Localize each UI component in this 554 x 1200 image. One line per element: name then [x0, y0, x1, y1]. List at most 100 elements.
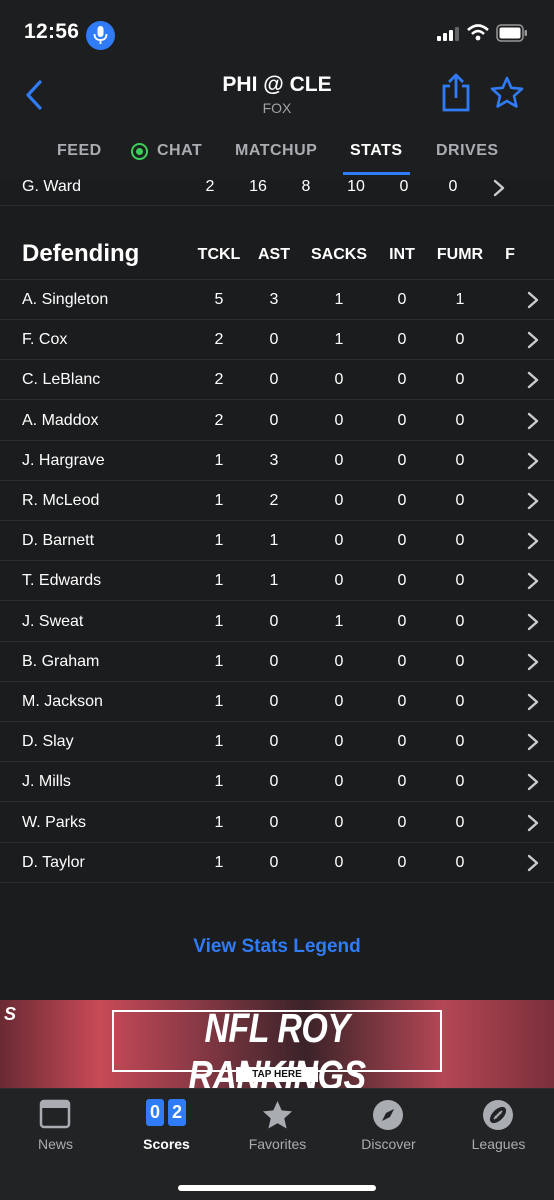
stat-cell: 1	[214, 492, 224, 509]
column-header: SACKS	[310, 246, 367, 263]
tab-drives[interactable]: DRIVES	[436, 142, 499, 160]
stat-cell: 0	[455, 813, 465, 831]
table-row[interactable]: J. Sweat 1 0 1 0 0	[0, 602, 554, 642]
chevron-right-icon	[527, 291, 539, 309]
table-row[interactable]: A. Maddox 2 0 0 0 0	[0, 401, 554, 441]
chevron-right-icon	[527, 613, 539, 630]
stat-cell: 0	[397, 652, 407, 670]
defending-header: Defending TCKL AST SACKS INT FUMR F	[0, 236, 554, 280]
table-row[interactable]: J. Hargrave 1 3 0 0 0	[0, 441, 554, 481]
stat-cell: 5	[214, 291, 224, 308]
news-icon	[39, 1099, 71, 1129]
stat-cell: 0	[455, 451, 465, 469]
tab-stats[interactable]: STATS	[350, 142, 403, 160]
tabbar-label: Leagues	[471, 1136, 526, 1152]
player-name: A. Maddox	[22, 411, 99, 429]
stat-cell: 0	[334, 652, 344, 670]
table-row[interactable]: W. Parks 1 0 0 0 0	[0, 803, 554, 843]
tabbar-discover[interactable]: Discover	[333, 1089, 444, 1159]
bottom-tab-bar: News 0 2 Scores Favorites Discover Leagu…	[0, 1088, 554, 1200]
stat-cell: 0	[334, 371, 344, 389]
favorite-star-icon[interactable]	[490, 76, 524, 108]
player-name: G. Ward	[22, 178, 81, 195]
stat-cell: 1	[214, 733, 224, 751]
tabbar-news[interactable]: News	[0, 1089, 111, 1159]
stat-cell: 0	[455, 411, 465, 429]
table-row[interactable]: T. Edwards 1 1 0 0 0	[0, 561, 554, 602]
table-row[interactable]: A. Singleton 5 3 1 0 1	[0, 280, 554, 320]
stat-cell: 0	[397, 733, 407, 751]
chevron-right-icon	[527, 331, 539, 349]
stat-cell: 0	[455, 612, 465, 630]
stat-cell: 0	[455, 773, 465, 791]
chevron-right-icon	[527, 653, 539, 670]
stat-cell: 0	[455, 652, 465, 670]
stat-cell: 1	[214, 813, 224, 831]
tabbar-favorites[interactable]: Favorites	[222, 1089, 333, 1159]
view-stats-legend-link[interactable]: View Stats Legend	[0, 936, 554, 958]
stat-cell: 0	[397, 572, 407, 590]
stat-cell: 0	[269, 693, 279, 710]
stat-cell: 0	[269, 371, 279, 389]
active-tab-indicator	[343, 172, 410, 175]
table-row[interactable]: D. Barnett 1 1 0 0 0	[0, 521, 554, 562]
stat-cell: 1	[214, 451, 224, 469]
stat-cell: 0	[455, 371, 465, 389]
stat-cell: 0	[397, 331, 407, 349]
stat-cell: 8	[301, 178, 311, 195]
stat-cell: 0	[269, 773, 279, 791]
table-row[interactable]: D. Slay 1 0 0 0 0	[0, 722, 554, 763]
cellular-signal-icon	[437, 27, 459, 41]
table-row[interactable]: B. Graham 1 0 0 0 0	[0, 642, 554, 682]
stat-cell: 0	[397, 693, 407, 710]
chevron-right-icon	[527, 452, 539, 469]
tabbar-label: Discover	[361, 1136, 416, 1152]
battery-icon	[496, 24, 527, 42]
stat-cell: 1	[214, 693, 224, 710]
promo-banner[interactable]: S NFL ROY RANKINGS TAP HERE	[0, 1000, 554, 1088]
stat-cell: 0	[397, 853, 407, 871]
table-row[interactable]: J. Mills 1 0 0 0 0	[0, 762, 554, 803]
tabbar-label: News	[37, 1136, 73, 1152]
player-name: T. Edwards	[22, 572, 102, 590]
share-icon[interactable]	[440, 72, 472, 112]
stat-cell: 0	[334, 813, 344, 831]
section-title: Defending	[22, 240, 140, 267]
tab-chat[interactable]: CHAT	[157, 142, 202, 160]
stat-cell: 10	[347, 178, 365, 195]
tab-matchup[interactable]: MATCHUP	[235, 142, 317, 160]
stat-cell: 1	[214, 853, 224, 871]
tabbar-leagues[interactable]: Leagues	[443, 1089, 554, 1159]
brand-logo: S	[4, 1004, 17, 1024]
stat-cell: 3	[269, 291, 279, 308]
promo-cta[interactable]: TAP HERE	[236, 1067, 318, 1082]
player-name: A. Singleton	[22, 291, 109, 308]
stat-cell: 0	[334, 492, 344, 509]
stat-cell: 0	[455, 572, 465, 590]
table-row[interactable]: F. Cox 2 0 1 0 0	[0, 320, 554, 361]
tabbar-label: Scores	[143, 1136, 190, 1152]
stat-cell: 16	[249, 178, 267, 195]
compass-icon	[373, 1100, 403, 1130]
tabbar-scores[interactable]: 0 2 Scores	[111, 1089, 222, 1159]
stat-cell: 1	[269, 572, 279, 590]
tab-feed[interactable]: FEED	[57, 142, 102, 160]
stat-cell: 2	[269, 492, 279, 509]
player-name: D. Slay	[22, 733, 74, 751]
stat-cell: 0	[455, 492, 465, 509]
table-row[interactable]: R. McLeod 1 2 0 0 0	[0, 481, 554, 521]
stat-cell: 2	[214, 411, 224, 429]
stat-cell: 0	[455, 693, 465, 710]
chevron-right-icon	[527, 492, 539, 510]
stat-cell: 1	[214, 532, 224, 550]
table-row[interactable]: C. LeBlanc 2 0 0 0 0	[0, 360, 554, 401]
stat-cell: 0	[397, 411, 407, 429]
chevron-right-icon	[493, 179, 505, 197]
column-header: INT	[389, 246, 415, 263]
table-row[interactable]: D. Taylor 1 0 0 0 0	[0, 843, 554, 883]
stat-cell: 1	[214, 572, 224, 590]
stat-cell: 0	[334, 532, 344, 550]
table-row[interactable]: M. Jackson 1 0 0 0 0	[0, 682, 554, 722]
table-row[interactable]: G. Ward 2 16 8 10 0 0	[0, 178, 554, 206]
stat-cell: 0	[334, 693, 344, 710]
